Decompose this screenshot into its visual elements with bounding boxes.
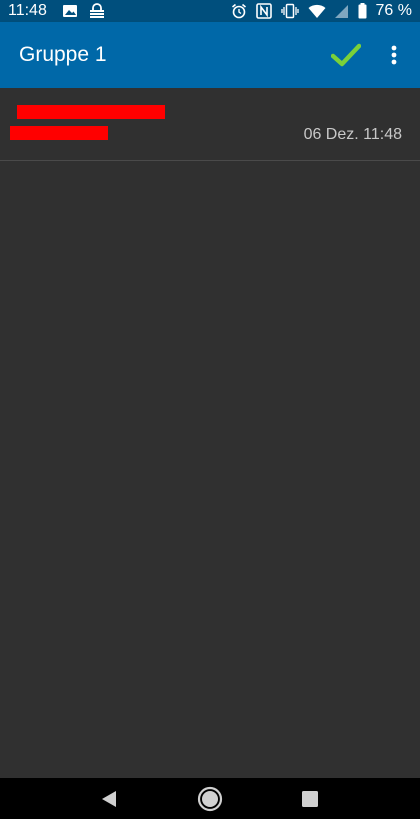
status-time: 11:48 (8, 2, 47, 19)
redaction-bar (10, 126, 108, 140)
list-item[interactable]: 06 Dez. 11:48 (0, 88, 420, 160)
navigation-bar (0, 778, 420, 819)
wifi-icon (308, 4, 326, 19)
recents-button[interactable] (285, 778, 335, 819)
status-bar: 11:48 76 % (0, 0, 420, 22)
back-button[interactable] (84, 778, 134, 819)
battery-percent: 76 % (375, 2, 412, 19)
status-right-icons: 76 % (231, 0, 412, 22)
recents-square-icon (302, 790, 318, 807)
page-title: Gruppe 1 (19, 43, 107, 66)
vibrate-icon (280, 3, 299, 19)
more-vert-icon (391, 45, 397, 65)
overflow-menu-button[interactable] (380, 35, 408, 75)
nfc-icon (255, 3, 272, 19)
back-triangle-icon (102, 790, 116, 807)
battery-icon (358, 3, 367, 19)
redaction-bar (17, 105, 165, 119)
list-item-date: 06 Dez. 11:48 (303, 126, 402, 143)
alarm-icon (231, 3, 247, 19)
image-icon (62, 4, 78, 18)
app-bar: Gruppe 1 (0, 22, 420, 88)
home-button[interactable] (185, 778, 235, 819)
vpn-lock-icon (88, 3, 106, 19)
divider (0, 160, 420, 161)
signal-icon (334, 4, 349, 19)
home-circle-icon (197, 786, 223, 811)
status-left-icons (62, 2, 106, 20)
confirm-button[interactable] (326, 35, 366, 75)
check-icon (331, 43, 361, 67)
screen: 11:48 76 % Gruppe 1 06 Dez. 11:48 (0, 0, 420, 819)
